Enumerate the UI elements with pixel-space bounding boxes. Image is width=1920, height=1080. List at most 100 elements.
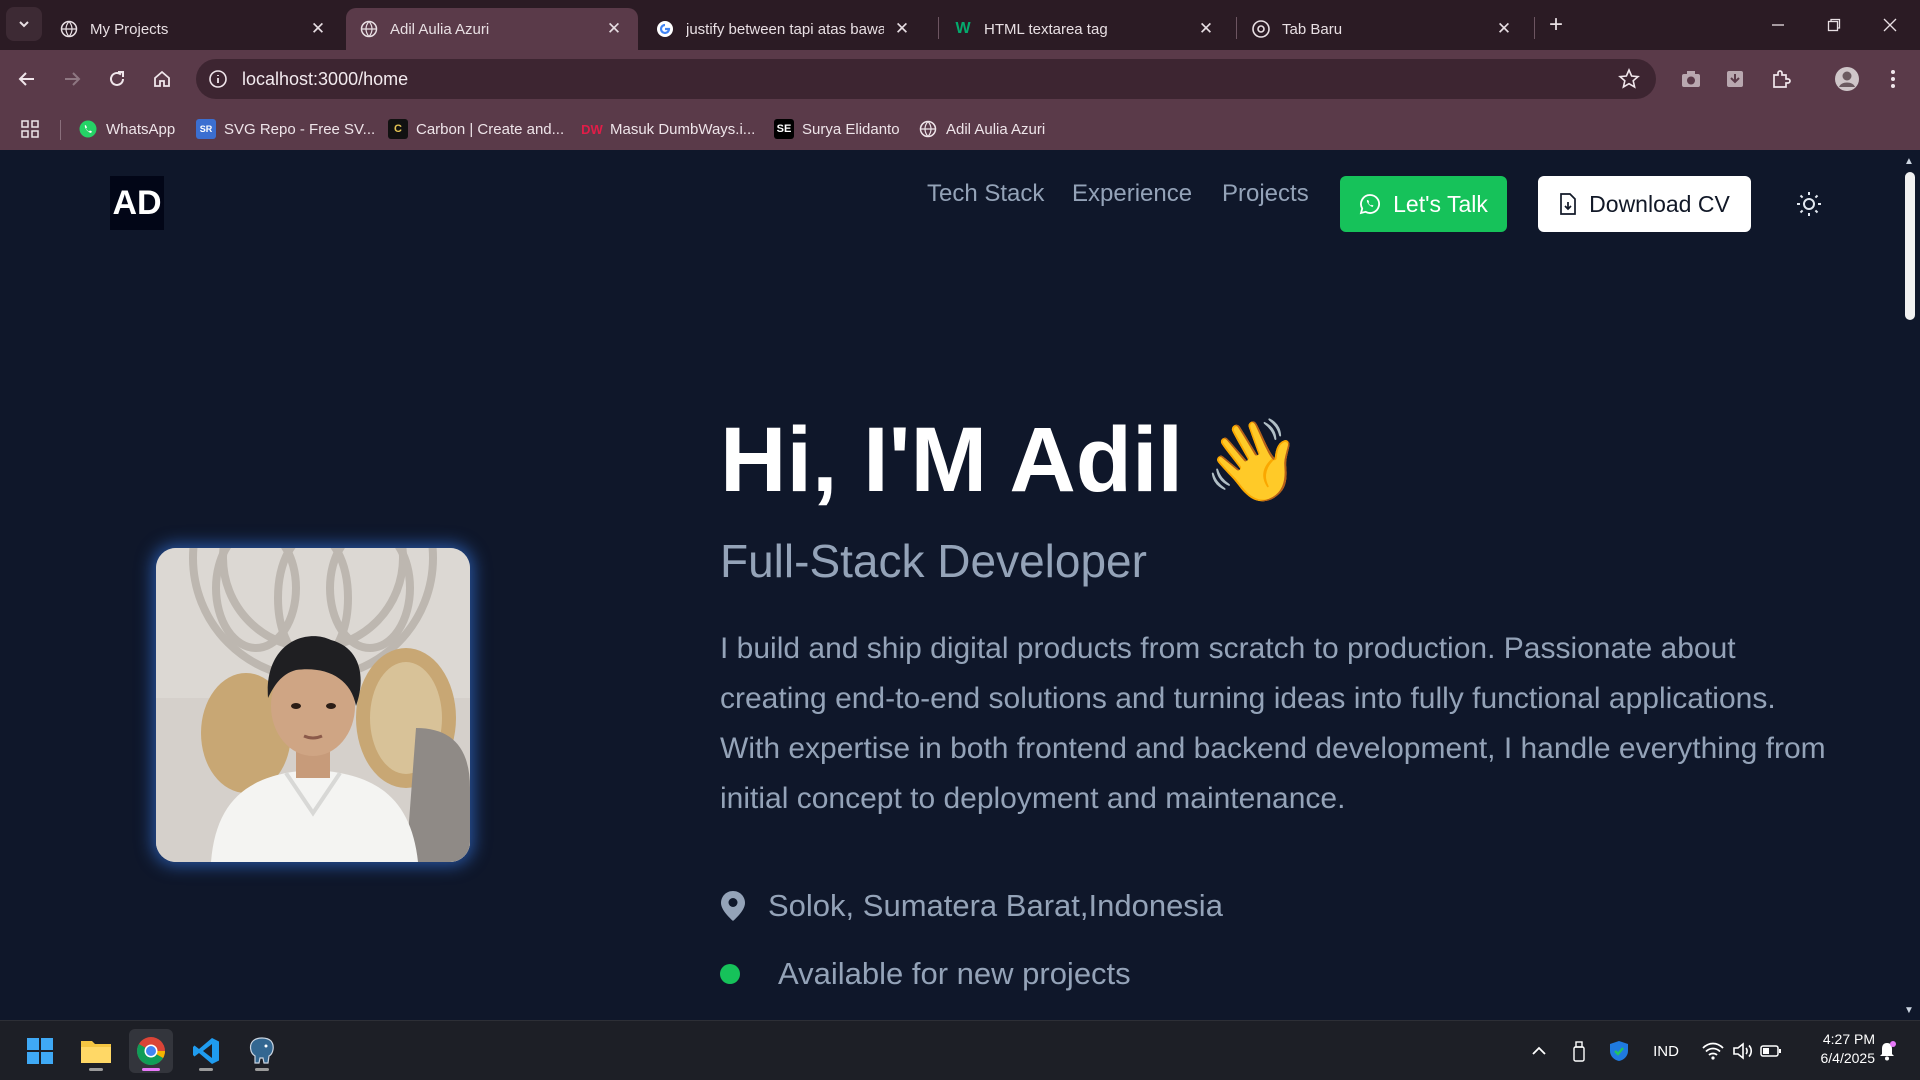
restore-icon	[1827, 18, 1841, 32]
speaker-icon	[1733, 1042, 1753, 1060]
theme-toggle-button[interactable]	[1793, 188, 1825, 220]
vscode-icon	[193, 1038, 219, 1064]
scrollbar-thumb[interactable]	[1905, 172, 1915, 320]
forward-button[interactable]	[55, 62, 89, 96]
close-tab-icon[interactable]: ✕	[1494, 19, 1514, 39]
file-download-icon	[1560, 193, 1577, 215]
notifications-button[interactable]	[1874, 1037, 1900, 1065]
bookmark-svg-repo[interactable]: SR SVG Repo - Free SV...	[196, 116, 375, 142]
running-indicator	[255, 1068, 269, 1071]
profile-button[interactable]	[1830, 62, 1864, 96]
clock-date: 6/4/2025	[1820, 1050, 1876, 1066]
postgresql-button[interactable]	[240, 1029, 284, 1073]
site-info-icon[interactable]	[206, 67, 230, 91]
hero-title: Hi, I'M Adil 👋	[720, 408, 1303, 513]
bookmark-whatsapp[interactable]: WhatsApp	[78, 116, 175, 142]
tab-html-textarea[interactable]: W HTML textarea tag ✕	[940, 8, 1230, 50]
chrome-taskbar-button[interactable]	[129, 1029, 173, 1073]
tab-search-button[interactable]	[6, 7, 42, 41]
bookmark-label: Adil Aulia Azuri	[946, 120, 1046, 138]
puzzle-icon	[1773, 70, 1791, 88]
show-hidden-icons-button[interactable]	[1526, 1037, 1552, 1065]
file-explorer-button[interactable]	[74, 1029, 118, 1073]
tab-justify-between[interactable]: justify between tapi atas bawah ✕	[642, 8, 926, 50]
bookmark-carbon[interactable]: C Carbon | Create and...	[388, 116, 564, 142]
home-icon	[154, 70, 170, 87]
close-tab-icon[interactable]: ✕	[1196, 19, 1216, 39]
page-scrollbar[interactable]: ▲ ▼	[1900, 150, 1920, 1020]
close-tab-icon[interactable]: ✕	[308, 19, 328, 39]
extensions-button[interactable]	[1764, 62, 1798, 96]
download-cv-button[interactable]: Download CV	[1538, 176, 1751, 232]
new-tab-button[interactable]: +	[1543, 11, 1569, 38]
nav-link-projects[interactable]: Projects	[1222, 180, 1309, 208]
tab-title: HTML textarea tag	[984, 20, 1108, 38]
w3schools-icon: W	[955, 20, 971, 37]
reload-button[interactable]	[100, 62, 134, 96]
lets-talk-button[interactable]: Let's Talk	[1340, 176, 1507, 232]
bookmark-surya-elidanto[interactable]: SE Surya Elidanto	[774, 116, 900, 142]
hero-role: Full-Stack Developer	[720, 535, 1147, 587]
back-button[interactable]	[10, 62, 44, 96]
home-button[interactable]	[145, 62, 179, 96]
running-indicator	[89, 1068, 103, 1071]
minimize-button[interactable]	[1750, 0, 1806, 50]
minimize-icon	[1772, 24, 1784, 26]
google-icon	[656, 20, 674, 38]
profile-photo	[156, 548, 470, 862]
carbon-icon: C	[388, 119, 408, 139]
site-logo[interactable]: AD	[110, 176, 164, 230]
bookmark-star-icon[interactable]	[1618, 67, 1640, 95]
running-indicator	[199, 1068, 213, 1071]
restore-button[interactable]	[1806, 0, 1862, 50]
tab-adil-aulia-azuri[interactable]: Adil Aulia Azuri ✕	[346, 8, 638, 50]
battery-tray-button[interactable]	[1758, 1037, 1784, 1065]
menu-button[interactable]	[1876, 62, 1910, 96]
screenshot-button[interactable]	[1674, 62, 1708, 96]
bookmark-dumbways[interactable]: DW Masuk DumbWays.i...	[581, 116, 755, 142]
globe-icon	[918, 119, 938, 139]
arrow-right-icon	[65, 72, 81, 86]
windows-taskbar: IND 4:27 PM 6/4/2025	[0, 1020, 1920, 1080]
download-cv-label: Download CV	[1589, 190, 1730, 217]
vscode-button[interactable]	[184, 1029, 228, 1073]
bookmark-label: Surya Elidanto	[802, 120, 900, 138]
bookmark-separator	[60, 120, 61, 140]
close-window-button[interactable]	[1862, 0, 1918, 50]
bookmark-adil-aulia-azuri[interactable]: Adil Aulia Azuri	[918, 116, 1045, 142]
url-text[interactable]: localhost:3000/home	[242, 69, 408, 90]
wifi-icon	[1702, 1042, 1724, 1060]
close-tab-icon[interactable]: ✕	[892, 19, 912, 39]
bookmark-label: WhatsApp	[106, 120, 176, 138]
status-dot-icon	[720, 964, 740, 984]
bell-icon	[1880, 1041, 1896, 1061]
security-tray-button[interactable]	[1606, 1037, 1632, 1065]
active-indicator	[142, 1068, 160, 1071]
wifi-tray-button[interactable]	[1700, 1037, 1726, 1065]
location-pin-icon	[721, 891, 745, 921]
bookmark-label: Carbon | Create and...	[416, 120, 565, 138]
language-indicator[interactable]: IND	[1642, 1037, 1690, 1065]
taskbar-clock[interactable]: 4:27 PM 6/4/2025	[1795, 1030, 1876, 1068]
chevron-up-icon	[1532, 1046, 1546, 1055]
tab-tab-baru[interactable]: Tab Baru ✕	[1238, 8, 1528, 50]
downloads-button[interactable]	[1718, 62, 1752, 96]
location-text: Solok, Sumatera Barat,Indonesia	[768, 888, 1223, 923]
tab-my-projects[interactable]: My Projects ✕	[46, 8, 342, 50]
svg-repo-icon: SR	[196, 119, 216, 139]
address-bar[interactable]: localhost:3000/home	[196, 59, 1656, 99]
dumbways-icon: DW	[581, 121, 603, 137]
battery-icon	[1760, 1045, 1781, 1057]
apps-button[interactable]	[20, 116, 40, 142]
start-button[interactable]	[18, 1029, 62, 1073]
scroll-up-icon[interactable]: ▲	[1904, 156, 1914, 167]
download-icon	[1727, 71, 1743, 87]
elephant-icon	[249, 1037, 274, 1064]
volume-tray-button[interactable]	[1730, 1037, 1756, 1065]
avatar-icon	[1835, 67, 1859, 91]
nav-link-experience[interactable]: Experience	[1072, 180, 1192, 208]
nav-link-tech-stack[interactable]: Tech Stack	[927, 180, 1044, 208]
close-tab-icon[interactable]: ✕	[604, 19, 624, 39]
usb-tray-button[interactable]	[1566, 1037, 1592, 1065]
scroll-down-icon[interactable]: ▼	[1904, 1005, 1914, 1016]
